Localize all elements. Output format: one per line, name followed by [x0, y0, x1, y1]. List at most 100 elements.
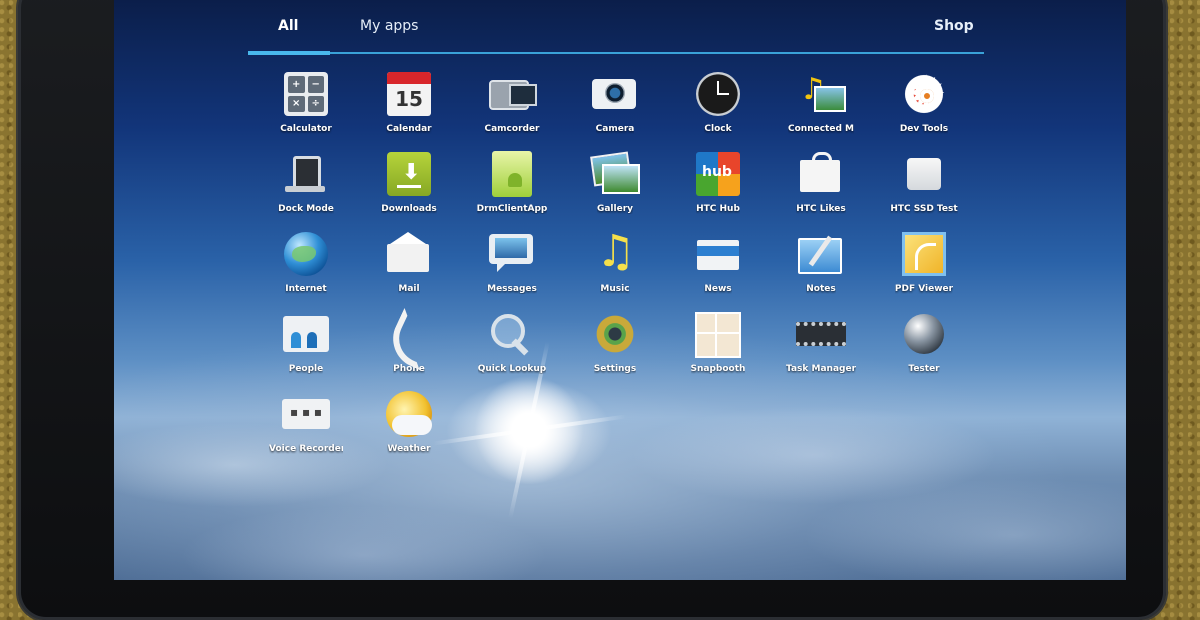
- app-label: Settings: [593, 364, 637, 374]
- app-messages[interactable]: Messages: [462, 230, 562, 304]
- mail-icon: [384, 230, 434, 278]
- app-label: Music: [600, 284, 630, 294]
- app-label: Dock Mode: [278, 204, 334, 214]
- app-htc-likes[interactable]: HTC Likes: [771, 150, 871, 224]
- app-label: Tester: [908, 364, 940, 374]
- app-people[interactable]: People: [256, 310, 356, 384]
- messages-icon: [487, 230, 537, 278]
- app-grid: +−×÷ Calculator 15 Calendar Camcorder: [248, 66, 984, 480]
- app-label: Internet: [285, 284, 327, 294]
- weather-icon: [386, 391, 432, 437]
- calendar-day: 15: [395, 87, 423, 111]
- tab-all[interactable]: All: [278, 18, 298, 34]
- app-label: Connected M: [788, 124, 854, 134]
- app-music[interactable]: ♫ Music: [565, 226, 665, 304]
- htc-hub-icon: hub: [696, 152, 740, 196]
- app-label: Mail: [398, 284, 420, 294]
- tab-divider: [248, 52, 984, 54]
- app-calculator[interactable]: + − × ÷ Calculator: [256, 70, 356, 144]
- pdf-icon: [902, 232, 946, 276]
- tab-shop[interactable]: Shop: [934, 18, 974, 34]
- app-calendar[interactable]: 15 Calendar: [359, 70, 459, 144]
- app-label: Camcorder: [484, 124, 540, 134]
- app-dev-tools[interactable]: Dev Tools: [874, 66, 974, 144]
- app-label: Calendar: [386, 124, 432, 134]
- home-screen: All My apps Shop + − × ÷ Calculator 15 Cale…: [114, 0, 1126, 580]
- app-drm-client[interactable]: DrmClientApp: [462, 150, 562, 224]
- android-icon: [492, 151, 532, 197]
- app-weather[interactable]: Weather: [359, 390, 459, 464]
- snapbooth-icon: [693, 310, 743, 358]
- app-clock[interactable]: Clock: [668, 70, 768, 144]
- connected-media-icon: ♫: [796, 70, 846, 118]
- app-tester[interactable]: Tester: [874, 310, 974, 384]
- app-label: Notes: [806, 284, 836, 294]
- app-dock-mode[interactable]: Dock Mode: [256, 150, 356, 224]
- app-htc-ssd-test[interactable]: HTC SSD Test: [874, 150, 974, 224]
- clock-icon: [696, 72, 740, 116]
- music-note-icon: ♫: [596, 226, 636, 277]
- recorder-icon: [282, 399, 330, 429]
- app-label: Gallery: [596, 204, 634, 214]
- calculator-icon: + − × ÷: [284, 72, 328, 116]
- camera-icon: [590, 70, 640, 118]
- app-label: Clock: [704, 124, 732, 134]
- app-internet[interactable]: Internet: [256, 230, 356, 304]
- app-label: Weather: [387, 444, 431, 454]
- app-label: Dev Tools: [899, 124, 949, 134]
- app-settings[interactable]: Settings: [565, 306, 665, 384]
- app-gallery[interactable]: Gallery: [565, 150, 665, 224]
- htc-hub-icon-text: hub: [702, 164, 732, 180]
- ssd-test-icon: [907, 158, 941, 190]
- app-pdf-viewer[interactable]: PDF Viewer: [874, 230, 974, 304]
- app-camera[interactable]: Camera: [565, 70, 665, 144]
- notes-icon: [796, 230, 846, 278]
- app-voice-recorder[interactable]: Voice Recorder: [256, 390, 356, 464]
- app-camcorder[interactable]: Camcorder: [462, 70, 562, 144]
- app-downloads[interactable]: ⬇ Downloads: [359, 150, 459, 224]
- app-label: PDF Viewer: [894, 284, 954, 294]
- app-label: Snapbooth: [690, 364, 746, 374]
- app-label: HTC Hub: [696, 204, 740, 214]
- app-label: News: [704, 284, 732, 294]
- app-htc-hub[interactable]: hub HTC Hub: [668, 150, 768, 224]
- app-label: Downloads: [381, 204, 437, 214]
- app-label: Voice Recorder: [269, 444, 343, 454]
- app-label: Task Manager: [785, 364, 857, 374]
- download-icon: ⬇: [387, 152, 431, 196]
- app-task-manager[interactable]: Task Manager: [771, 310, 871, 384]
- app-notes[interactable]: Notes: [771, 230, 871, 304]
- tab-selected-indicator: [248, 51, 330, 55]
- app-label: HTC SSD Test: [890, 204, 958, 214]
- app-label: DrmClientApp: [476, 204, 548, 214]
- people-icon: [283, 316, 329, 352]
- app-label: Messages: [487, 284, 537, 294]
- app-drawer-tabs: All My apps Shop: [248, 12, 984, 55]
- gallery-icon: [590, 150, 640, 198]
- settings-gear-icon: [593, 306, 637, 360]
- app-phone[interactable]: Phone: [359, 307, 459, 384]
- app-mail[interactable]: Mail: [359, 230, 459, 304]
- shopping-bag-icon: [796, 150, 846, 198]
- app-label: People: [288, 364, 324, 374]
- app-label: Calculator: [280, 124, 332, 134]
- app-label: HTC Likes: [796, 204, 846, 214]
- app-quick-lookup[interactable]: Quick Lookup: [462, 310, 562, 384]
- sphere-icon: [904, 314, 944, 354]
- calendar-icon: 15: [387, 72, 431, 116]
- globe-icon: [284, 232, 328, 276]
- camcorder-icon: [487, 70, 537, 118]
- dev-tools-icon: [902, 66, 946, 122]
- app-label: Quick Lookup: [477, 364, 547, 374]
- dock-icon: [281, 150, 331, 198]
- chip-icon: [796, 322, 846, 346]
- app-snapbooth[interactable]: Snapbooth: [668, 310, 768, 384]
- magnifier-icon: [487, 310, 537, 358]
- app-connected-media[interactable]: ♫ Connected M: [771, 70, 871, 144]
- phone-icon: [383, 307, 441, 371]
- app-news[interactable]: News: [668, 230, 768, 304]
- app-label: Camera: [595, 124, 635, 134]
- tablet-bezel: All My apps Shop + − × ÷ Calculator 15 Cale…: [18, 0, 1166, 620]
- news-icon: [693, 230, 743, 278]
- tab-my-apps[interactable]: My apps: [360, 18, 418, 34]
